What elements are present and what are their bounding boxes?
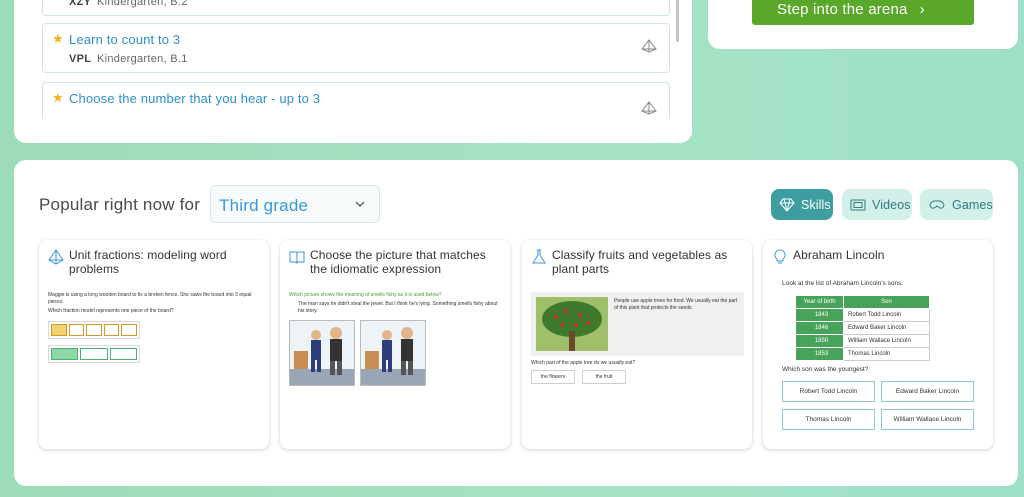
card-title: Unit fractions: modeling word problems xyxy=(69,248,227,276)
skill-item[interactable]: XZY Kindergarten, B.2 xyxy=(42,0,670,16)
card-preview-question: Maggie is using a long wooden board to f… xyxy=(48,292,252,305)
card-preview-question: Which picture shows the meaning of smell… xyxy=(289,292,442,298)
skill-card[interactable]: Unit fractions: modeling word problems M… xyxy=(39,240,269,449)
answer-option: Thomas Lincoln xyxy=(782,409,875,430)
apple-tree-photo xyxy=(536,297,608,351)
popular-label: Popular right now for xyxy=(39,195,201,214)
scrollbar[interactable] xyxy=(676,0,679,42)
picture-option xyxy=(289,320,355,386)
answer-option: the fruit xyxy=(582,370,626,384)
apple-tree-illustration xyxy=(536,297,608,351)
chevron-right-icon: › xyxy=(919,1,925,18)
arena-button-label: Step into the arena xyxy=(777,1,908,18)
table-cell-son: William Wallace Lincoln xyxy=(843,334,930,348)
skill-item[interactable]: ★ Learn to count to 3 VPL Kindergarten, … xyxy=(42,23,670,73)
table-cell-year: 1853 xyxy=(795,347,844,361)
video-icon xyxy=(850,199,866,210)
table-cell-son: Robert Todd Lincoln xyxy=(843,308,930,322)
prism-icon xyxy=(641,101,657,115)
picture-option xyxy=(360,320,426,386)
fraction-model-option xyxy=(48,345,140,363)
card-title: Choose the picture that matches the idio… xyxy=(310,248,486,276)
people-illustration xyxy=(361,327,425,385)
card-preview-question: Which son was the youngest? xyxy=(782,366,869,373)
filter-videos-button[interactable]: Videos xyxy=(842,189,912,220)
skill-title[interactable]: Choose the number that you hear - up to … xyxy=(69,91,320,106)
fraction-model-option xyxy=(48,321,140,339)
skill-grade: Kindergarten, B.2 xyxy=(97,0,188,8)
skill-item[interactable]: ★ Choose the number that you hear - up t… xyxy=(42,82,670,118)
card-preview-sentence: The man says he didn't steal the jewel. … xyxy=(298,301,498,314)
card-preview-prompt: Which fraction model represents one piec… xyxy=(48,308,174,314)
prism-icon xyxy=(48,249,64,265)
card-preview-intro: Look at the list of Abraham Lincoln's so… xyxy=(782,280,904,287)
answer-option: Edward Baker Lincoln xyxy=(881,381,974,402)
skill-card[interactable]: Classify fruits and vegetables as plant … xyxy=(522,240,752,449)
table-header: Son xyxy=(843,295,930,309)
popular-panel: Popular right now for Third grade Skills… xyxy=(14,160,1018,486)
flask-icon xyxy=(532,249,546,264)
gamepad-icon xyxy=(929,199,945,209)
chevron-down-icon xyxy=(355,201,365,207)
table-cell-son: Edward Baker Lincoln xyxy=(843,321,930,335)
table-row: 1843 Robert Todd Lincoln xyxy=(795,308,930,322)
book-icon xyxy=(289,251,305,264)
star-icon: ★ xyxy=(52,90,64,105)
table-cell-son: Thomas Lincoln xyxy=(843,347,930,361)
answer-option: William Wallace Lincoln xyxy=(881,409,974,430)
grade-select[interactable]: Third grade xyxy=(210,185,380,223)
people-illustration xyxy=(290,327,354,385)
card-preview-question: Which part of the apple tree do we usual… xyxy=(531,360,636,366)
table-cell-year: 1846 xyxy=(795,321,844,335)
diamond-icon xyxy=(779,198,795,212)
card-title: Classify fruits and vegetables as plant … xyxy=(552,248,728,276)
skill-code: XZY xyxy=(69,0,92,8)
skills-list: XZY Kindergarten, B.2 ★ Learn to count t… xyxy=(42,0,670,118)
table-cell-year: 1843 xyxy=(795,308,844,322)
filter-skills-label: Skills xyxy=(801,197,831,212)
table-row: 1846 Edward Baker Lincoln xyxy=(795,321,930,335)
arena-button[interactable]: Step into the arena › xyxy=(752,0,974,25)
filter-skills-button[interactable]: Skills xyxy=(771,189,833,220)
sons-table: Year of birth Son 1843 Robert Todd Lincol… xyxy=(795,295,930,361)
table-header: Year of birth xyxy=(795,295,844,309)
table-row: 1853 Thomas Lincoln xyxy=(795,347,930,361)
answer-option: Robert Todd Lincoln xyxy=(782,381,875,402)
filter-games-button[interactable]: Games xyxy=(920,189,993,220)
card-title: Abraham Lincoln xyxy=(793,248,885,262)
skill-card[interactable]: Choose the picture that matches the idio… xyxy=(280,240,510,449)
skill-code: VPL xyxy=(69,53,92,65)
lightbulb-icon xyxy=(774,249,786,264)
filter-videos-label: Videos xyxy=(872,197,911,212)
skills-list-panel: XZY Kindergarten, B.2 ★ Learn to count t… xyxy=(14,0,692,143)
card-preview-passage: People use apple trees for food. We usua… xyxy=(614,298,738,311)
grade-select-value: Third grade xyxy=(219,196,309,215)
star-icon: ★ xyxy=(52,31,64,46)
skill-grade: Kindergarten, B.1 xyxy=(97,53,188,65)
table-row: 1850 William Wallace Lincoln xyxy=(795,334,930,348)
table-cell-year: 1850 xyxy=(795,334,844,348)
skill-title[interactable]: Learn to count to 3 xyxy=(69,32,180,47)
arena-panel: Step into the arena › xyxy=(708,0,1018,49)
prism-icon xyxy=(641,39,657,53)
card-preview-panel: People use apple trees for food. We usua… xyxy=(531,292,744,356)
skill-card[interactable]: Abraham Lincoln Look at the list of Abra… xyxy=(763,240,993,449)
answer-option: the flowers xyxy=(531,370,575,384)
filter-games-label: Games xyxy=(952,197,993,212)
